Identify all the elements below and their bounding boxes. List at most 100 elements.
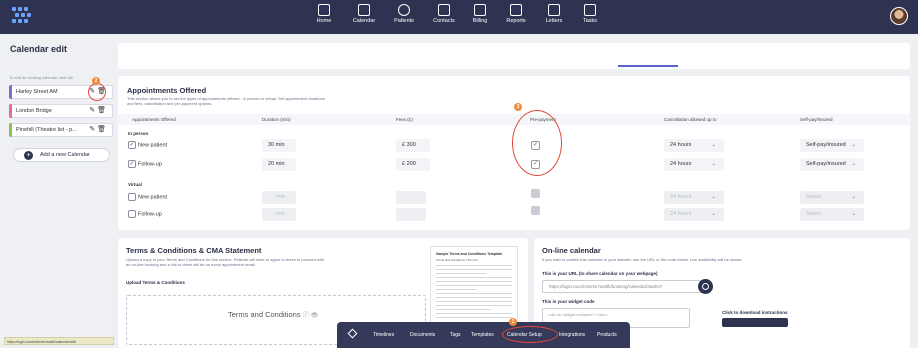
- reports-icon: [510, 4, 522, 16]
- doc-title: Sample Terms and Conditions Template: [436, 252, 503, 256]
- trash-icon[interactable]: 🗑: [97, 107, 108, 114]
- appointment-row[interactable]: Follow-up: [128, 210, 162, 218]
- page-title: Calendar edit: [10, 44, 68, 54]
- appointments-description: This section allows you to set the types…: [127, 96, 325, 106]
- calendar-item-label: Harley Street AM: [16, 89, 58, 95]
- bottom-nav-timelines[interactable]: Timelines: [373, 332, 394, 338]
- chevron-down-icon: ⌄: [711, 194, 716, 200]
- selfpay-select[interactable]: Select ⌄: [800, 208, 864, 221]
- nav-home[interactable]: Home: [304, 3, 344, 31]
- group-label-virtual: Virtual: [128, 182, 142, 187]
- online-description: If you wish to publish this calendar in …: [542, 257, 743, 262]
- bottom-nav-tags[interactable]: Tags: [450, 332, 461, 338]
- bottom-nav-integrations[interactable]: Integrations: [559, 332, 585, 338]
- patients-icon: [398, 4, 410, 16]
- add-calendar-button[interactable]: + Add a new Calendar: [13, 148, 110, 162]
- calendar-item-london-bridge[interactable]: London Bridge ✎🗑: [9, 104, 113, 118]
- chevron-down-icon: ⌄: [711, 161, 716, 167]
- duration-input[interactable]: 20 min: [262, 158, 296, 171]
- doc-subtitle: Terms and Conditions ("Terms"): [436, 258, 479, 262]
- widget-code-label: This is your widget code: [542, 299, 595, 304]
- trash-icon[interactable]: 🗑: [97, 126, 108, 133]
- fee-input[interactable]: [396, 191, 426, 204]
- checkbox-empty-icon[interactable]: [128, 210, 136, 218]
- appointment-row[interactable]: ✓ New patient: [128, 141, 167, 149]
- nav-calendar[interactable]: Calendar: [344, 3, 384, 31]
- calendar-settings-panel: [118, 43, 910, 69]
- app-logo[interactable]: [12, 7, 32, 25]
- header-appointments: Appointments Offered: [132, 117, 176, 122]
- nav-billing[interactable]: Billing: [460, 3, 500, 31]
- checkbox-checked-icon[interactable]: ✓: [128, 141, 136, 149]
- prepayment-checkbox[interactable]: [531, 206, 540, 215]
- letters-icon: [548, 4, 560, 16]
- bottom-nav-products[interactable]: Products: [597, 332, 617, 338]
- selfpay-select[interactable]: Self-pay/insured ⌄: [800, 139, 864, 152]
- info-icon[interactable]: ⓘ: [303, 313, 309, 319]
- calendar-item-pinehill[interactable]: Pinehill (Theatre list - p... ✎🗑: [9, 123, 113, 137]
- calendar-item-label: Pinehill (Theatre list - p...: [16, 127, 77, 133]
- chevron-down-icon: ⌄: [851, 194, 856, 200]
- header-duration: Duration (min): [262, 117, 291, 122]
- home-icon: [318, 4, 330, 16]
- calendar-icon: [358, 4, 370, 16]
- checkbox-empty-icon[interactable]: [128, 193, 136, 201]
- header-cancellation: Cancellation allowed up to: [664, 117, 717, 122]
- nav-tasks[interactable]: Tasks: [570, 3, 610, 31]
- nav-letters[interactable]: Letters: [534, 3, 574, 31]
- selfpay-select[interactable]: Select ⌄: [800, 191, 864, 204]
- appointments-title: Appointments Offered: [127, 86, 207, 95]
- prepayment-checkbox[interactable]: [531, 189, 540, 198]
- selfpay-select[interactable]: Self-pay/insured ⌄: [800, 158, 864, 171]
- chevron-down-icon: ⌄: [711, 211, 716, 217]
- copy-url-button[interactable]: [698, 279, 713, 294]
- terms-description: Upload a copy of your Terms and Conditio…: [126, 257, 325, 267]
- cancellation-select[interactable]: 24 hours ⌄: [664, 191, 724, 204]
- fee-input[interactable]: [396, 208, 426, 221]
- appointment-row[interactable]: New patient: [128, 193, 167, 201]
- top-nav-bar: Home Calendar Patients Contacts Billing …: [0, 0, 918, 34]
- eye-icon[interactable]: 👁: [311, 313, 319, 319]
- chevron-down-icon: ⌄: [711, 142, 716, 148]
- calendar-color-bar: [9, 123, 12, 137]
- nav-contacts[interactable]: Contacts: [424, 3, 464, 31]
- online-title: On-line calendar: [542, 246, 601, 255]
- chevron-down-icon: ⌄: [851, 161, 856, 167]
- bottom-nav-templates[interactable]: Templates: [471, 332, 494, 338]
- upload-label: Upload Terms & Conditions: [126, 280, 185, 285]
- calendar-item-label: London Bridge: [16, 108, 52, 114]
- cancellation-select[interactable]: 24 hours ⌄: [664, 208, 724, 221]
- pin-icon[interactable]: [347, 328, 358, 339]
- terms-title: Terms & Conditions & CMA Statement: [126, 246, 262, 255]
- nav-patients[interactable]: Patients: [384, 3, 424, 31]
- duration-input[interactable]: 30 min: [262, 139, 296, 152]
- sidebar-hint: To edit an existing calendar click the: [9, 75, 74, 80]
- calendar-color-bar: [9, 85, 12, 99]
- annotation-badge-3: 3: [514, 103, 522, 111]
- duration-input[interactable]: min: [262, 191, 296, 204]
- annotation-badge-2: 2: [92, 77, 100, 85]
- cancellation-select[interactable]: 24 hours ⌄: [664, 158, 724, 171]
- chevron-down-icon: ⌄: [851, 211, 856, 217]
- fee-input[interactable]: £ 300: [396, 139, 430, 152]
- nav-reports[interactable]: Reports: [496, 3, 536, 31]
- table-header-row: [118, 114, 910, 125]
- download-instructions-label: Click to download instructions: [722, 310, 788, 315]
- edit-icon[interactable]: ✎: [89, 126, 97, 133]
- download-instructions-button[interactable]: [722, 318, 788, 327]
- duration-input[interactable]: min: [262, 208, 296, 221]
- cancellation-select[interactable]: 24 hours ⌄: [664, 139, 724, 152]
- bottom-nav-documents[interactable]: Documents: [410, 332, 435, 338]
- contacts-icon: [438, 4, 450, 16]
- plus-icon: +: [24, 151, 33, 160]
- url-label: This is your URL (to share calendar on y…: [542, 271, 658, 276]
- header-fees: Fees (£): [396, 117, 413, 122]
- calendar-url-field[interactable]: https://login.touchclients.health/bookin…: [542, 280, 707, 293]
- checkbox-checked-icon[interactable]: ✓: [128, 160, 136, 168]
- fee-input[interactable]: £ 200: [396, 158, 430, 171]
- user-avatar[interactable]: [890, 7, 908, 25]
- calendar-color-bar: [9, 104, 12, 118]
- appointment-row[interactable]: ✓ Follow-up: [128, 160, 162, 168]
- billing-icon: [474, 4, 486, 16]
- edit-icon[interactable]: ✎: [89, 107, 97, 114]
